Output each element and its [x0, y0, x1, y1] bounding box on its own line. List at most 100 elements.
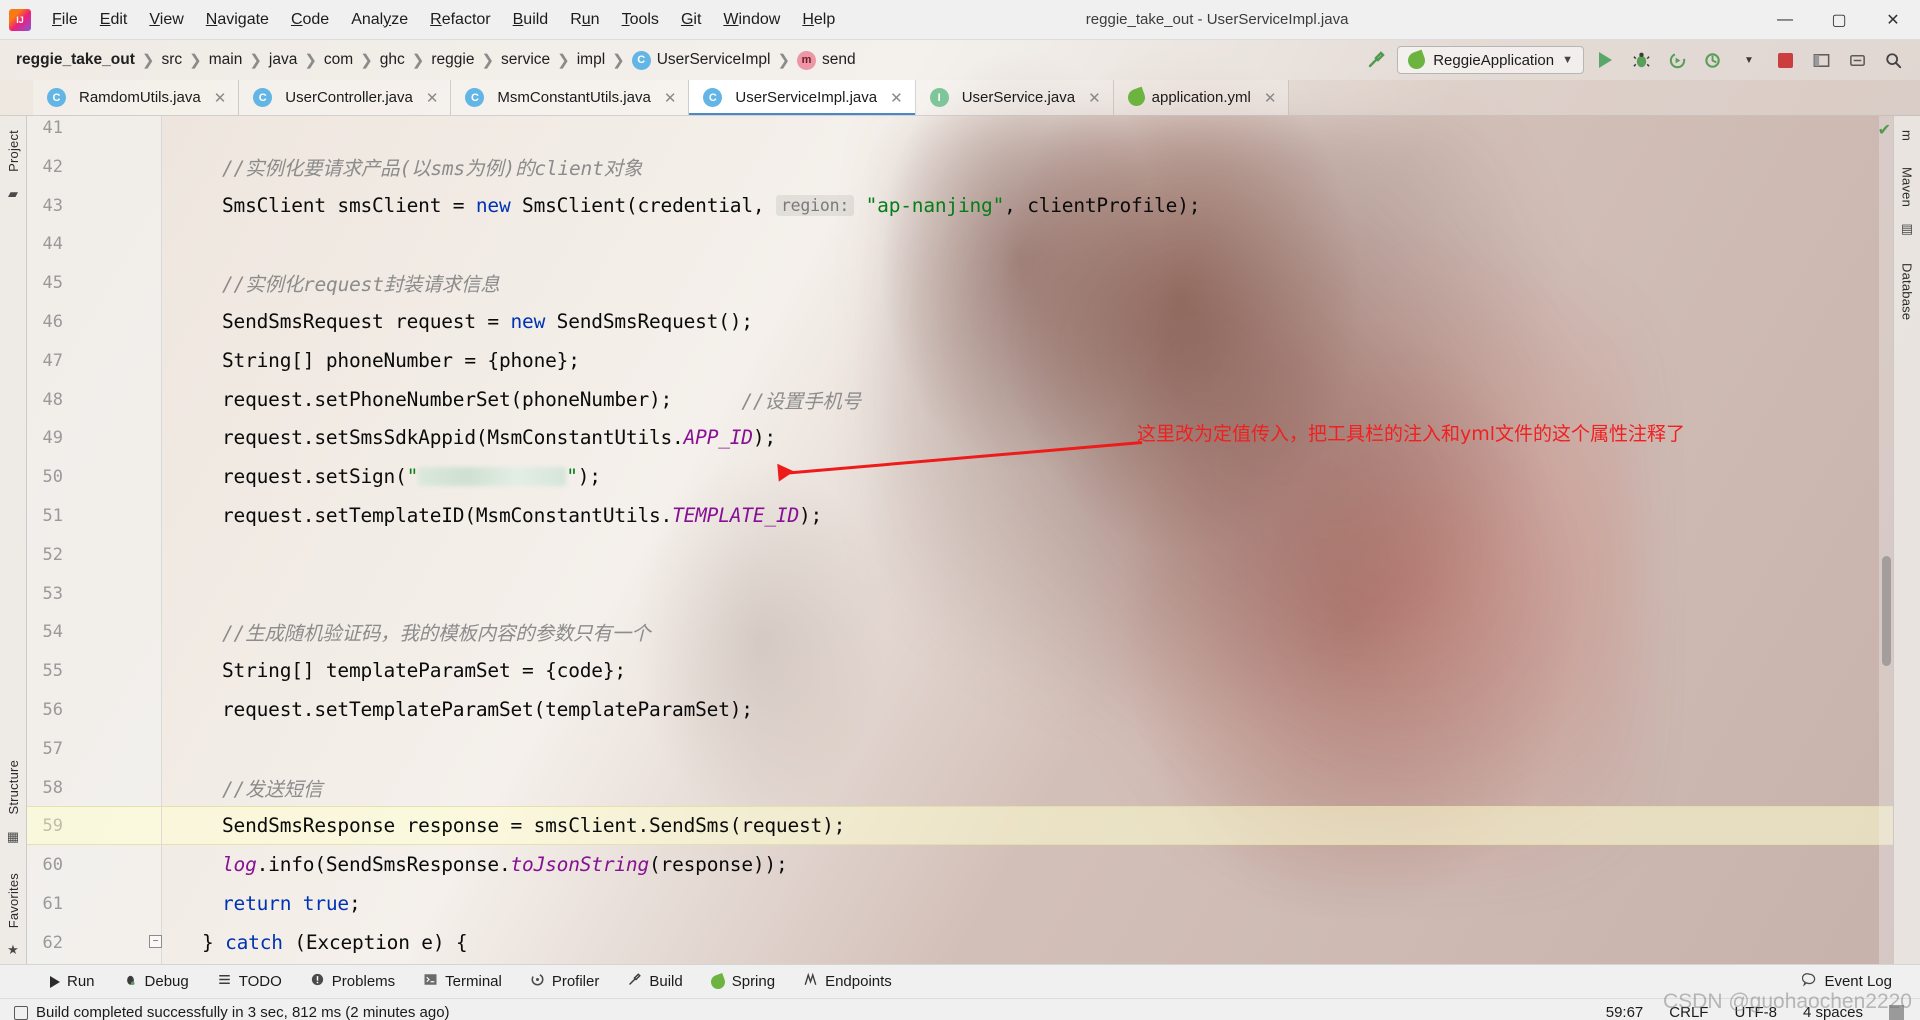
code-line[interactable]: return true; — [162, 884, 1893, 923]
bottom-item-spring[interactable]: Spring — [697, 972, 789, 991]
tab-msmconstantutils[interactable]: C MsmConstantUtils.java ✕ — [451, 80, 690, 115]
updates-icon[interactable] — [1842, 45, 1872, 75]
code-fold-marker[interactable]: − — [149, 934, 162, 948]
code-line[interactable]: SendSmsResponse response = smsClient.Sen… — [162, 806, 1893, 845]
menu-window[interactable]: Window — [712, 7, 791, 33]
run-profile-icon[interactable] — [1698, 45, 1728, 75]
close-icon[interactable]: ✕ — [664, 89, 677, 107]
code-line[interactable] — [162, 574, 1893, 613]
menu-build[interactable]: Build — [502, 7, 560, 33]
bottom-item-profiler[interactable]: Profiler — [516, 972, 614, 991]
tool-window-favorites[interactable]: Favorites — [6, 865, 21, 936]
menu-navigate[interactable]: Navigate — [195, 7, 280, 33]
run-configuration-selector[interactable]: ReggieApplication ▼ — [1397, 46, 1584, 74]
close-icon[interactable]: ✕ — [1264, 89, 1277, 107]
event-log-button[interactable]: Event Log — [1788, 972, 1906, 991]
bottom-item-todo[interactable]: TODO — [203, 972, 296, 991]
tool-window-database[interactable]: Database — [1900, 255, 1915, 328]
menu-tools[interactable]: Tools — [611, 7, 670, 33]
close-icon[interactable]: ✕ — [1088, 89, 1101, 107]
tool-window-project[interactable]: Project — [6, 122, 21, 180]
editor-vertical-scrollbar[interactable] — [1879, 116, 1893, 964]
code-line[interactable]: SmsClient smsClient = new SmsClient(cred… — [162, 186, 1893, 225]
maven-icon[interactable]: ▤ — [1901, 221, 1913, 237]
hammer-icon[interactable] — [1361, 45, 1391, 75]
close-icon[interactable]: ✕ — [214, 89, 227, 107]
code-line[interactable]: //发送短信 — [162, 768, 1893, 807]
code-line[interactable] — [162, 224, 1893, 263]
bottom-item-problems[interactable]: Problems — [296, 972, 409, 991]
close-icon[interactable]: ✕ — [890, 89, 903, 107]
editor-gutter[interactable]: 4142434445464748495051525354555657585960… — [27, 116, 162, 964]
code-line[interactable]: //实例化request封装请求信息 — [162, 263, 1893, 302]
indent-setting[interactable]: 4 spaces — [1803, 1004, 1863, 1020]
line-separator[interactable]: CRLF — [1669, 1004, 1708, 1020]
code-line[interactable] — [162, 729, 1893, 768]
scrollbar-thumb[interactable] — [1882, 556, 1891, 666]
minimize-button[interactable]: — — [1758, 0, 1812, 40]
tab-ramdomutils[interactable]: C RamdomUtils.java ✕ — [33, 80, 240, 115]
menu-refactor[interactable]: Refactor — [419, 7, 501, 33]
tab-userserviceimpl[interactable]: C UserServiceImpl.java ✕ — [689, 80, 916, 115]
code-line[interactable]: //生成随机验证码，我的模板内容的参数只有一个 — [162, 612, 1893, 651]
breadcrumb-item-main[interactable]: main — [209, 51, 243, 69]
close-icon[interactable]: ✕ — [426, 89, 439, 107]
tool-window-maven[interactable]: Maven — [1900, 159, 1915, 215]
breadcrumb-item-service[interactable]: service — [501, 51, 550, 69]
run-play-icon[interactable] — [1590, 45, 1620, 75]
chevron-down-icon[interactable]: ▼ — [1734, 45, 1764, 75]
menu-help[interactable]: Help — [791, 7, 846, 33]
favorites-star-icon[interactable]: ★ — [7, 942, 19, 958]
inspection-status-icon[interactable]: ✔ — [1878, 120, 1891, 140]
layout-icon[interactable] — [1806, 45, 1836, 75]
breadcrumb-item-method[interactable]: send — [822, 51, 856, 69]
code-line[interactable] — [162, 116, 1893, 147]
bottom-item-build[interactable]: Build — [613, 972, 696, 991]
maximize-button[interactable]: ▢ — [1812, 0, 1866, 40]
code-line[interactable]: request.setPhoneNumberSet(phoneNumber); … — [162, 380, 1893, 419]
menu-edit[interactable]: Edit — [89, 7, 139, 33]
menu-view[interactable]: View — [138, 7, 194, 33]
bottom-item-run[interactable]: Run — [36, 973, 109, 990]
breadcrumb-item-ghc[interactable]: ghc — [380, 51, 405, 69]
file-encoding[interactable]: UTF-8 — [1734, 1004, 1777, 1020]
breadcrumb-item-src[interactable]: src — [161, 51, 182, 69]
tab-userservice[interactable]: I UserService.java ✕ — [915, 80, 1114, 115]
menu-file[interactable]: File — [41, 7, 89, 33]
bookmark-icon[interactable]: ▰ — [8, 186, 18, 202]
debug-bug-icon[interactable] — [1626, 45, 1656, 75]
search-everywhere-icon[interactable] — [1878, 45, 1908, 75]
breadcrumb-item-java[interactable]: java — [269, 51, 297, 69]
run-coverage-icon[interactable] — [1662, 45, 1692, 75]
breadcrumb-item-project[interactable]: reggie_take_out — [16, 51, 135, 69]
tab-usercontroller[interactable]: C UserController.java ✕ — [239, 80, 452, 115]
tool-window-m[interactable]: m — [1900, 122, 1915, 149]
breadcrumb-item-reggie[interactable]: reggie — [431, 51, 474, 69]
structure-grid-icon[interactable]: ▦ — [7, 829, 19, 845]
memory-indicator-icon[interactable] — [1889, 1005, 1904, 1020]
code-line[interactable]: log .info(SendSmsResponse. toJsonString (re… — [162, 845, 1893, 884]
code-line[interactable]: request.setTemplateID(MsmConstantUtils. T… — [162, 496, 1893, 535]
menu-analyze[interactable]: Analyze — [340, 7, 419, 33]
build-status-message-group[interactable]: Build completed successfully in 3 sec, 8… — [14, 1004, 450, 1020]
code-line[interactable] — [162, 535, 1893, 574]
tab-application-yml[interactable]: application.yml ✕ — [1113, 80, 1290, 115]
code-line[interactable]: //实例化要请求产品(以sms为例)的client对象 — [162, 147, 1893, 186]
code-line[interactable]: SendSmsRequest request = new SendSmsRequ… — [162, 302, 1893, 341]
menu-code[interactable]: Code — [280, 7, 340, 33]
tool-window-structure[interactable]: Structure — [6, 752, 21, 823]
bottom-item-debug[interactable]: Debug — [109, 972, 203, 991]
code-line[interactable]: String[] templateParamSet = {code}; — [162, 651, 1893, 690]
bottom-item-endpoints[interactable]: Endpoints — [789, 972, 906, 991]
breadcrumb-item-impl[interactable]: impl — [577, 51, 605, 69]
code-line[interactable]: request.setTemplateParamSet(templatePara… — [162, 690, 1893, 729]
menu-git[interactable]: Git — [670, 7, 712, 33]
breadcrumb-item-class[interactable]: UserServiceImpl — [657, 51, 771, 69]
stop-square-icon[interactable] — [1770, 45, 1800, 75]
breadcrumb-item-com[interactable]: com — [324, 51, 353, 69]
bottom-item-terminal[interactable]: Terminal — [409, 972, 516, 991]
code-content[interactable]: ✔ //实例化要请求产品(以sms为例)的client对象 SmsClient s… — [162, 116, 1893, 964]
code-line[interactable]: } catch (Exception e) { — [162, 923, 1893, 962]
caret-position[interactable]: 59:67 — [1606, 1004, 1644, 1020]
close-button[interactable]: ✕ — [1866, 0, 1920, 40]
